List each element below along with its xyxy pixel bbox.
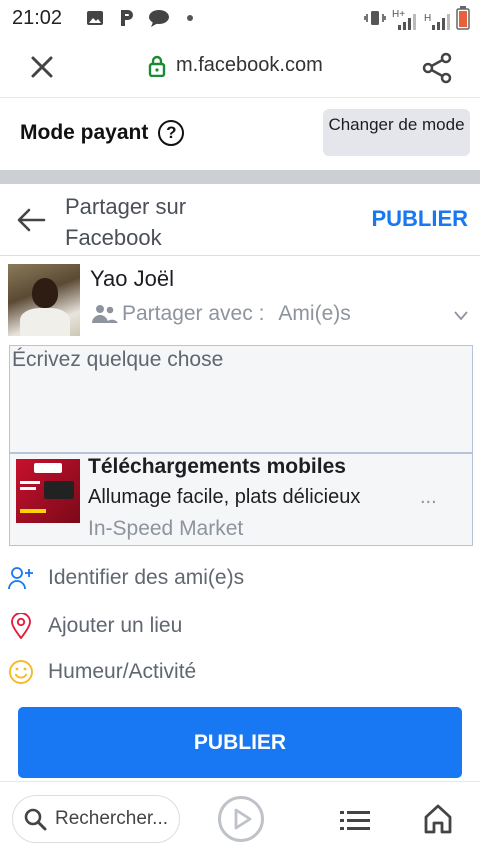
avatar-head [32, 278, 58, 308]
smiley-icon [8, 659, 34, 685]
chevron-down-icon[interactable] [453, 309, 469, 321]
play-button[interactable] [218, 796, 264, 842]
share-button[interactable] [422, 52, 454, 84]
chat-bubble-icon [148, 8, 170, 28]
link-preview-thumbnail [16, 459, 80, 523]
data-mode-bar: Mode payant ? Changer de mode [0, 98, 480, 170]
notification-dot-icon [186, 8, 194, 28]
link-preview-source: In-Speed Market [88, 517, 244, 540]
address-bar[interactable]: m.facebook.com [148, 54, 323, 77]
audience-value: Ami(e)s [278, 302, 351, 325]
thumb-line [20, 487, 36, 490]
tag-friends-action[interactable]: Identifier des ami(e)s [8, 560, 244, 596]
mode-label: Mode payant [20, 121, 149, 144]
audience-selector[interactable]: Partager avec : Ami(e)s [92, 302, 351, 326]
status-time: 21:02 [12, 7, 63, 29]
vibrate-icon [364, 9, 386, 32]
close-icon [31, 56, 53, 78]
share-icon [422, 52, 452, 84]
avatar [8, 264, 80, 336]
help-icon[interactable]: ? [158, 120, 185, 146]
battery-low-icon [456, 6, 470, 35]
list-icon[interactable] [340, 810, 370, 832]
feeling-activity-action[interactable]: Humeur/Activité [8, 654, 196, 690]
thumb-logo [34, 463, 62, 473]
tag-friends-label: Identifier des ami(e)s [48, 566, 245, 589]
link-preview-title: Téléchargements mobiles [88, 455, 346, 478]
post-text-input[interactable]: Écrivez quelque chose [9, 345, 473, 453]
link-preview-description: Allumage facile, plats délicieux [88, 486, 361, 508]
user-name: Yao Joël [90, 266, 174, 291]
home-icon[interactable] [424, 804, 452, 834]
back-button[interactable] [16, 208, 46, 232]
mode-label-group: Mode payant ? [20, 120, 185, 146]
feeling-activity-label: Humeur/Activité [48, 660, 197, 683]
search-label: Rechercher... [55, 808, 168, 829]
browser-bottom-nav: Rechercher... [0, 781, 480, 854]
change-mode-button[interactable]: Changer de mode [323, 109, 470, 156]
tag-friends-icon [8, 565, 34, 591]
status-bar: 21:02 H+ H [0, 0, 480, 36]
add-location-action[interactable]: Ajouter un lieu [8, 608, 182, 644]
signal-h-plus-icon: H+ [392, 9, 418, 31]
composer-title: Partager sur Facebook [65, 194, 187, 250]
p-app-icon [118, 8, 136, 28]
gallery-icon [86, 8, 104, 28]
post-placeholder: Écrivez quelque chose [12, 348, 224, 371]
url-text: m.facebook.com [176, 54, 323, 76]
publish-button[interactable]: PUBLIER [18, 707, 462, 778]
thumb-product [44, 481, 74, 499]
arrow-left-icon [17, 208, 46, 232]
close-tab-button[interactable] [28, 53, 56, 81]
search-button[interactable]: Rechercher... [12, 795, 180, 843]
thumb-line [20, 481, 40, 484]
link-preview-card[interactable]: Téléchargements mobiles Allumage facile,… [9, 453, 473, 546]
search-icon [24, 808, 47, 831]
section-divider [0, 170, 480, 184]
avatar-shirt [20, 308, 70, 336]
browser-toolbar: m.facebook.com [0, 36, 480, 98]
audience-label: Partager avec : [122, 302, 265, 325]
friends-icon [92, 305, 118, 323]
thumb-price [20, 509, 46, 513]
publish-link[interactable]: PUBLIER [371, 206, 468, 232]
link-preview-ellipsis: ... [420, 486, 437, 508]
signal-h-icon: H [424, 11, 450, 31]
composer-header: Partager sur Facebook PUBLIER [0, 184, 480, 256]
play-icon [234, 808, 252, 830]
add-location-label: Ajouter un lieu [48, 614, 183, 637]
lock-icon [148, 55, 166, 77]
location-pin-icon [8, 613, 34, 639]
